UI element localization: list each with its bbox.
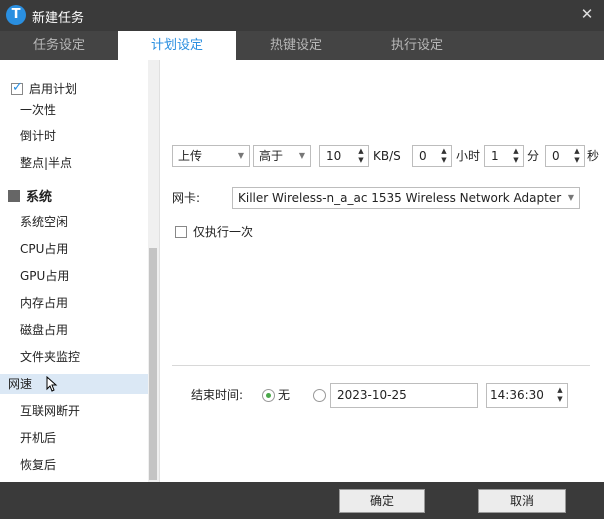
tab-hotkey-settings[interactable]: 热键设定 [236,31,356,60]
enable-schedule-checkbox[interactable] [11,80,23,95]
seconds-value: 0 [552,149,560,163]
spinner-arrows-icon[interactable]: ▲ ▼ [356,147,366,165]
end-date-input[interactable]: 2023-10-25 [330,383,478,408]
sidebar-item-disk[interactable]: 磁盘占用 [20,320,68,340]
app-logo-icon: T [6,5,26,25]
sidebar-scrollbar-thumb[interactable] [149,248,157,480]
panel-divider [159,60,160,482]
hours-unit-label: 小时 [456,149,481,163]
sidebar-item-folder-monitor[interactable]: 文件夹监控 [20,347,80,367]
tab-schedule-settings[interactable]: 计划设定 [118,31,236,60]
sidebar-item-network-speed[interactable]: 网速 [0,374,148,394]
sidebar-item-after-resume[interactable]: 恢复后 [20,455,56,475]
end-time-label: 结束时间: [191,388,244,402]
sidebar-item-countdown[interactable]: 倒计时 [20,126,56,146]
end-time-value: 14:36:30 [490,388,544,402]
hours-spinbox[interactable]: 0 ▲ ▼ [412,145,452,167]
spinner-arrows-icon[interactable]: ▲ ▼ [511,147,521,165]
end-date-value: 2023-10-25 [337,388,407,402]
sidebar-item-cpu[interactable]: CPU占用 [20,239,68,259]
sidebar-item-internet-disconnect[interactable]: 互联网断开 [20,401,80,421]
sidebar: 启用计划 一次性 倒计时 整点|半点 系统 系统空闲 CPU占用 GPU占用 内… [0,60,160,482]
spinner-arrows-icon[interactable]: ▲ ▼ [555,386,565,404]
comparison-select[interactable]: 高于 ▼ [253,145,311,167]
tab-bar: 任务设定 计划设定 热键设定 执行设定 [0,31,604,60]
title-bar: T 新建任务 ✕ [0,0,604,31]
chevron-down-icon: ▼ [298,151,305,160]
rate-spinbox[interactable]: 10 ▲ ▼ [319,145,369,167]
sidebar-group-system[interactable]: 系统 [8,186,52,205]
sidebar-item-system-idle[interactable]: 系统空闲 [20,212,68,232]
end-date-radio[interactable] [313,389,326,402]
end-time-input[interactable]: 14:36:30 ▲ ▼ [486,383,568,408]
enable-schedule-checkbox-row[interactable]: 启用计划 [11,80,77,97]
sidebar-item-hourly[interactable]: 整点|半点 [20,153,72,173]
ok-button[interactable]: 确定 [339,489,425,513]
end-none-radio[interactable] [262,389,275,402]
window-title: 新建任务 [32,11,85,26]
spinner-arrows-icon[interactable]: ▲ ▼ [439,147,449,165]
sidebar-item-once[interactable]: 一次性 [20,100,56,120]
execute-once-checkbox[interactable] [175,226,187,238]
chevron-down-icon: ▼ [567,193,574,202]
direction-value: 上传 [178,149,203,163]
comparison-value: 高于 [259,149,284,163]
spinner-arrows-icon[interactable]: ▲ ▼ [572,147,582,165]
seconds-spinbox[interactable]: 0 ▲ ▼ [545,145,585,167]
nic-value: Killer Wireless-n_a_ac 1535 Wireless Net… [238,191,562,205]
sidebar-group-label: 系统 [26,190,53,205]
minutes-value: 1 [491,149,499,163]
sidebar-item-memory[interactable]: 内存占用 [20,293,68,313]
hours-value: 0 [419,149,427,163]
end-none-label: 无 [278,388,291,402]
tab-task-settings[interactable]: 任务设定 [0,31,118,60]
direction-select[interactable]: 上传 ▼ [172,145,250,167]
nic-select[interactable]: Killer Wireless-n_a_ac 1535 Wireless Net… [232,187,580,209]
mouse-cursor-icon [46,376,58,392]
nic-label: 网卡: [172,191,201,205]
rate-unit-label: KB/S [373,149,401,163]
minutes-spinbox[interactable]: 1 ▲ ▼ [484,145,524,167]
cancel-button[interactable]: 取消 [478,489,566,513]
minutes-unit-label: 分 [527,149,540,163]
section-divider [172,365,590,366]
seconds-unit-label: 秒 [587,149,600,163]
rate-value: 10 [326,149,342,163]
group-collapse-icon [8,189,20,202]
tab-execution-settings[interactable]: 执行设定 [356,31,478,60]
execute-once-label: 仅执行一次 [193,225,254,239]
chevron-down-icon: ▼ [237,151,244,160]
enable-schedule-label: 启用计划 [29,82,78,96]
sidebar-item-after-boot[interactable]: 开机后 [20,428,56,448]
sidebar-item-gpu[interactable]: GPU占用 [20,266,69,286]
close-icon[interactable]: ✕ [576,3,598,25]
